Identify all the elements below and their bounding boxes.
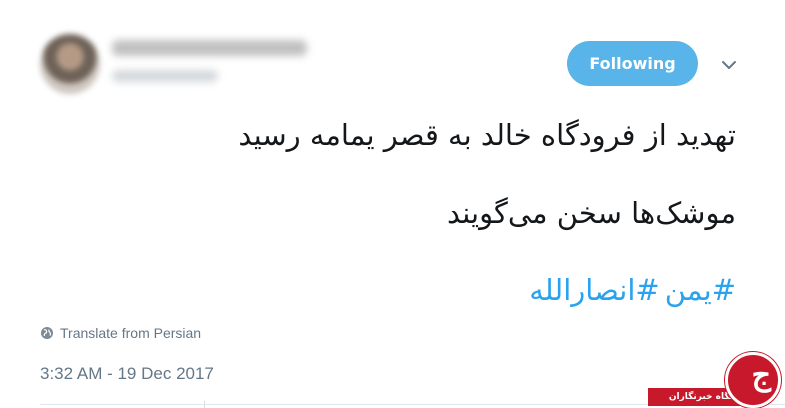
divider-tick bbox=[204, 401, 205, 408]
translate-link[interactable]: Translate from Persian bbox=[40, 325, 201, 341]
chevron-down-icon[interactable] bbox=[720, 56, 738, 74]
tweet-timestamp[interactable]: 3:32 AM - 19 Dec 2017 bbox=[40, 364, 214, 384]
blurred-username[interactable] bbox=[112, 70, 218, 82]
hashtag-ansarallah-link[interactable]: #انصارالله bbox=[529, 273, 659, 307]
hashtag-list: #یمن #انصارالله bbox=[529, 273, 736, 307]
hashtag-yemen-link[interactable]: #یمن bbox=[665, 273, 736, 307]
following-button[interactable]: Following bbox=[567, 41, 698, 86]
tweet-text-line-1: تهدید از فرودگاه خالد به قصر یمامه رسید bbox=[238, 118, 736, 152]
blurred-display-name[interactable] bbox=[112, 40, 307, 56]
watermark-glyph: ج bbox=[751, 358, 771, 393]
watermark-logo: باشگاه خبرنگاران ج bbox=[648, 352, 785, 408]
avatar[interactable] bbox=[40, 34, 100, 94]
translate-label: Translate from Persian bbox=[60, 325, 202, 341]
globe-icon bbox=[41, 327, 53, 339]
tweet-text-line-2: موشک‌ها سخن می‌گویند bbox=[447, 196, 736, 230]
